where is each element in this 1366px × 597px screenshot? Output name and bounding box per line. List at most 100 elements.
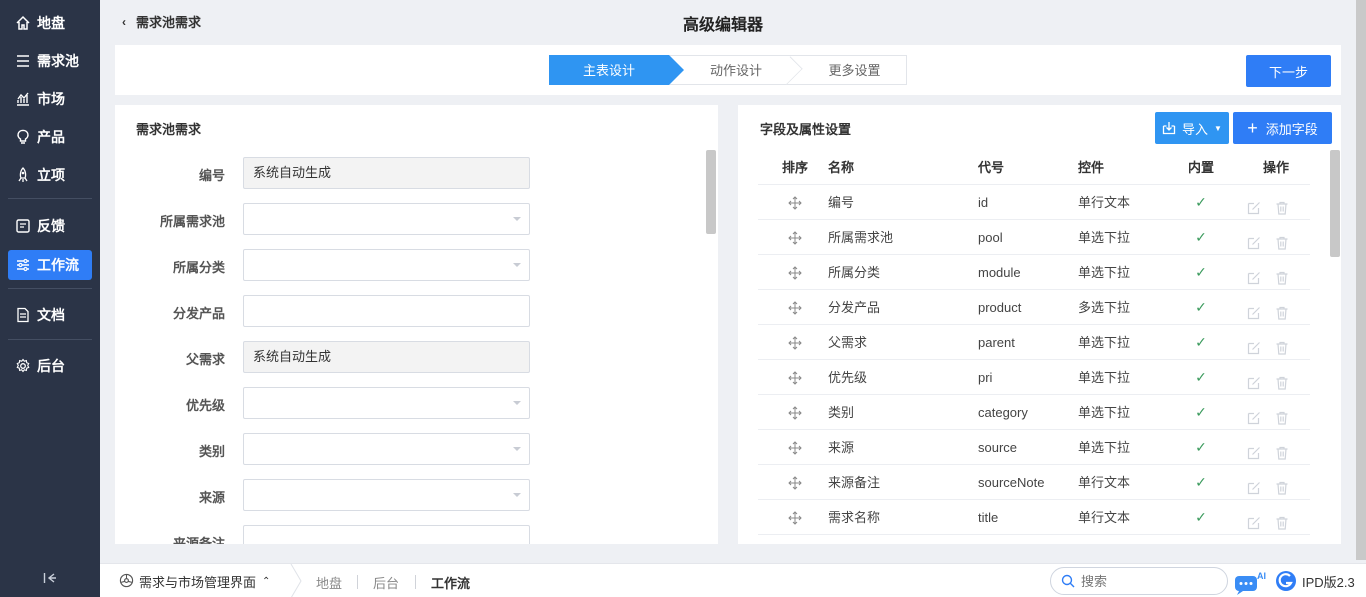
edit-icon[interactable] [1246,509,1262,530]
field-label: 来源备注 [172,536,225,544]
product-field[interactable] [243,295,530,327]
step-action-design[interactable]: 动作设计 [669,55,789,85]
sidebar-item-label: 产品 [37,129,65,145]
trash-icon[interactable] [1274,369,1290,390]
priority-select[interactable] [243,387,530,419]
drag-handle-icon[interactable] [780,290,810,325]
caret-down-icon [513,493,521,497]
field-control: 单选下拉 [1078,440,1131,455]
form-row-source: 来源 [115,479,715,511]
drag-handle-icon[interactable] [780,465,810,500]
add-field-label: 添加字段 [1265,121,1318,137]
drag-handle-icon[interactable] [780,255,810,290]
sidebar-item-workflow[interactable]: 工作流 [8,250,92,280]
trash-icon[interactable] [1274,194,1290,215]
steps-bar: 主表设计 动作设计 更多设置 下一步 [115,45,1341,95]
brand-logo-icon [1275,570,1297,592]
plus-icon: + [1247,118,1258,138]
app-label: 需求与市场管理界面 [139,575,257,590]
edit-icon[interactable] [1246,369,1262,390]
row-actions [1246,255,1306,290]
field-name: 来源 [828,440,855,455]
sidebar-item-admin[interactable]: 后台 [8,351,92,381]
drag-handle-icon[interactable] [780,500,810,535]
pool-select[interactable] [243,203,530,235]
bottom-link-dashboard[interactable]: 地盘 [316,573,342,592]
sidebar-item-product[interactable]: 产品 [8,122,92,152]
edit-icon[interactable] [1246,334,1262,355]
builtin-check-icon: ✓ [1195,509,1207,525]
field-control: 多选下拉 [1078,300,1131,315]
column-header: 操作 [1262,160,1289,175]
bottom-link-workflow[interactable]: 工作流 [431,573,470,592]
row-actions [1246,500,1306,535]
search-box[interactable] [1050,567,1228,595]
edit-icon[interactable] [1246,439,1262,460]
caret-down-icon [513,217,521,221]
trash-icon[interactable] [1274,264,1290,285]
panel-title: 需求池需求 [136,122,202,137]
app-switcher[interactable]: 需求与市场管理界面 ⌃ [119,572,270,591]
edit-icon[interactable] [1246,474,1262,495]
sidebar-item-label: 工作流 [37,257,79,273]
divider [8,339,92,340]
edit-icon[interactable] [1246,264,1262,285]
chevron-divider [290,563,302,597]
sidebar-item-project[interactable]: 立项 [8,160,92,190]
source-select[interactable] [243,479,530,511]
builtin-check-icon: ✓ [1195,404,1207,420]
step-main-design[interactable]: 主表设计 [549,55,684,85]
drag-handle-icon[interactable] [780,360,810,395]
drag-handle-icon[interactable] [780,185,810,220]
sidebar-item-demand-pool[interactable]: 需求池 [8,46,92,76]
ai-assistant-icon[interactable]: AI [1233,569,1269,595]
table-row: 分发产品 product 多选下拉 ✓ [758,290,1310,325]
edit-icon[interactable] [1246,299,1262,320]
scrollbar[interactable] [706,150,716,234]
version-label: IPD版2.3 [1302,574,1355,590]
drag-handle-icon[interactable] [780,395,810,430]
source-note-field[interactable] [243,525,530,544]
drag-handle-icon[interactable] [780,325,810,360]
import-label: 导入 [1182,121,1209,137]
table-row: 来源备注 sourceNote 单行文本 ✓ [758,465,1310,500]
trash-icon[interactable] [1274,439,1290,460]
workflow-icon [14,256,32,274]
edit-icon[interactable] [1246,229,1262,250]
divider [415,575,416,589]
field-label: 来源 [198,490,225,505]
bottom-link-admin[interactable]: 后台 [373,573,399,592]
collapse-sidebar-icon[interactable] [40,570,60,586]
sidebar-item-docs[interactable]: 文档 [8,300,92,330]
table-row: 所属需求池 pool 单选下拉 ✓ [758,220,1310,255]
category-select[interactable] [243,433,530,465]
trash-icon[interactable] [1274,474,1290,495]
edit-icon[interactable] [1246,404,1262,425]
module-select[interactable] [243,249,530,281]
edit-icon[interactable] [1246,194,1262,215]
field-label: 所属分类 [172,260,225,275]
trash-icon[interactable] [1274,509,1290,530]
field-name: 分发产品 [828,300,881,315]
lightbulb-icon [14,128,32,146]
scrollbar[interactable] [1330,150,1340,257]
trash-icon[interactable] [1274,229,1290,250]
trash-icon[interactable] [1274,299,1290,320]
field-code: source [978,440,1018,455]
add-field-button[interactable]: + 添加字段 [1233,112,1332,144]
sidebar-item-feedback[interactable]: 反馈 [8,211,92,241]
page-scrollbar[interactable] [1356,0,1366,560]
drag-handle-icon[interactable] [780,220,810,255]
search-input[interactable] [1081,573,1211,589]
drag-handle-icon[interactable] [780,430,810,465]
sidebar-item-dashboard[interactable]: 地盘 [8,8,92,38]
import-button[interactable]: 导入 ▼ [1155,112,1229,144]
row-actions [1246,430,1306,465]
form-row-product: 分发产品 [115,295,715,327]
step-more-settings[interactable]: 更多设置 [789,55,907,85]
trash-icon[interactable] [1274,334,1290,355]
sidebar-item-market[interactable]: 市场 [8,84,92,114]
trash-icon[interactable] [1274,404,1290,425]
next-step-button[interactable]: 下一步 [1246,55,1331,87]
column-header: 内置 [1187,160,1214,175]
